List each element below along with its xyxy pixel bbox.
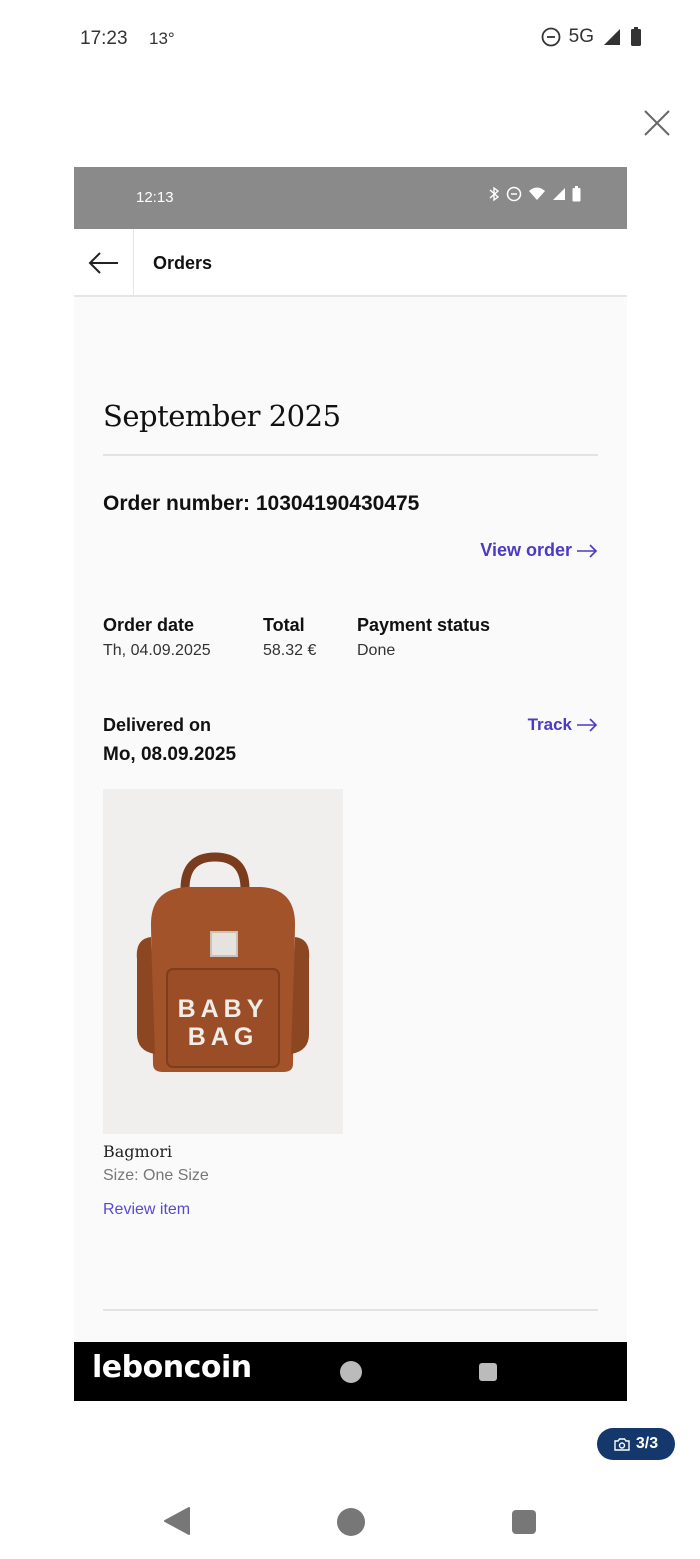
recents-square-icon[interactable] — [511, 1509, 537, 1535]
total-value: 58.32 € — [263, 642, 317, 659]
arrow-right-icon — [577, 543, 598, 558]
do-not-disturb-icon — [541, 27, 561, 47]
payment-status-label: Payment status — [357, 615, 491, 635]
review-item-link[interactable]: Review item — [103, 1201, 190, 1219]
system-navigation-bar — [0, 1490, 700, 1559]
bag-print-line1: BABY — [178, 995, 269, 1023]
home-icon — [340, 1361, 362, 1383]
status-temperature: 13° — [149, 29, 175, 48]
delivered-label: Delivered on — [103, 715, 212, 735]
order-date-block: Order date Th, 04.09.2025 — [103, 615, 211, 660]
wifi-icon — [529, 187, 545, 200]
screenshot-image: 12:13 Orders September 2025 Order number… — [74, 167, 627, 1401]
page-title: Orders — [153, 253, 213, 273]
camera-icon — [614, 1438, 630, 1451]
track-label: Track — [527, 715, 572, 734]
order-date-value: Th, 04.09.2025 — [103, 642, 211, 659]
month-heading: September 2025 — [103, 399, 341, 433]
payment-status-value: Done — [357, 642, 396, 659]
total-block: Total 58.32 € — [263, 615, 316, 660]
bluetooth-icon — [489, 186, 500, 202]
home-circle-icon[interactable] — [336, 1507, 366, 1537]
network-type-label: 5G — [568, 26, 594, 47]
battery-icon — [572, 186, 581, 202]
status-time: 17:23 — [80, 28, 128, 49]
close-icon[interactable] — [640, 106, 674, 140]
divider — [103, 1309, 598, 1311]
recents-icon — [479, 1363, 497, 1381]
divider — [103, 454, 598, 456]
photo-counter-badge[interactable]: 3/3 — [597, 1428, 675, 1460]
do-not-disturb-icon — [506, 186, 522, 202]
view-order-label: View order — [480, 540, 572, 560]
backpack-illustration: BABY BAG — [136, 852, 310, 1072]
total-label: Total — [263, 615, 305, 635]
order-date-label: Order date — [103, 615, 195, 635]
watermark-logo: leboncoin — [92, 1350, 252, 1385]
view-order-link[interactable]: View order — [480, 540, 598, 561]
app-header: Orders — [74, 229, 627, 297]
product-brand: Bagmori — [103, 1142, 173, 1161]
battery-icon — [631, 27, 641, 46]
photo-counter: 3/3 — [635, 1435, 659, 1452]
status-icons: 5G — [541, 26, 642, 48]
bag-print-line2: BAG — [188, 1023, 259, 1051]
order-number: Order number: 10304190430475 — [103, 492, 420, 515]
track-link[interactable]: Track — [528, 715, 598, 735]
delivered-date: Mo, 08.09.2025 — [103, 744, 237, 765]
inner-navigation-bar: leboncoin — [74, 1342, 627, 1401]
device-status-bar: 17:23 13° 5G — [0, 0, 700, 80]
arrow-right-icon — [577, 718, 598, 732]
inner-status-bar: 12:13 — [74, 167, 627, 229]
product-image[interactable]: BABY BAG — [103, 789, 343, 1134]
orders-list: September 2025 Order number: 10304190430… — [74, 297, 627, 1342]
back-arrow-icon — [88, 252, 118, 274]
inner-status-time: 12:13 — [136, 189, 174, 206]
product-size: Size: One Size — [103, 1167, 209, 1184]
signal-icon — [553, 188, 565, 200]
back-button[interactable] — [74, 229, 134, 297]
payment-status-block: Payment status Done — [357, 615, 490, 660]
signal-icon — [604, 29, 620, 45]
inner-status-icons — [488, 186, 581, 202]
back-triangle-icon[interactable] — [163, 1506, 191, 1536]
